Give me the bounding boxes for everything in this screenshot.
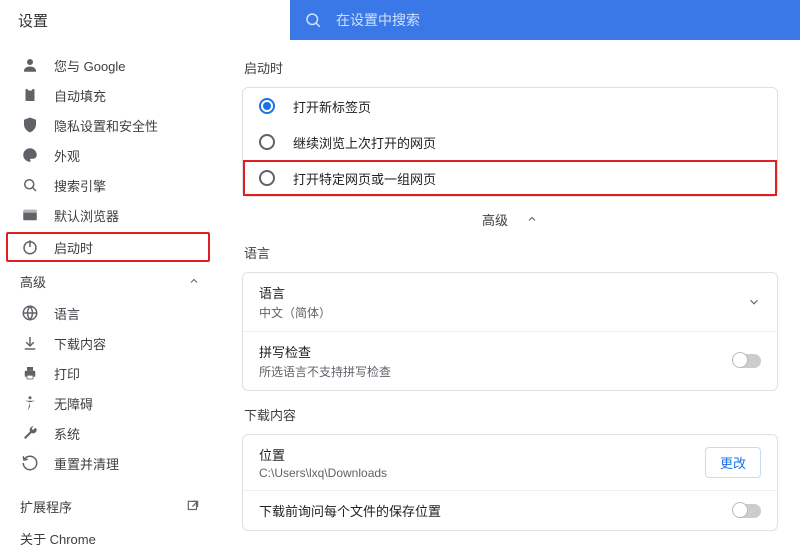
external-link-icon [186,499,200,513]
sidebar-item-reset[interactable]: 重置并清理 [0,448,220,478]
palette-icon [20,145,40,165]
power-icon [20,237,40,257]
download-ask-title: 下载前询问每个文件的保存位置 [259,501,441,520]
startup-option-continue[interactable]: 继续浏览上次打开的网页 [243,124,777,160]
sidebar: 您与 Google 自动填充 隐私设置和安全性 外观 搜索引擎 默认浏览器 启动… [0,40,220,534]
sidebar-item-on-startup[interactable]: 启动时 [6,232,210,262]
section-title-downloads: 下载内容 [244,405,778,424]
sidebar-item-label: 无障碍 [54,394,93,413]
wrench-icon [20,423,40,443]
language-row-value: 中文（简体） [259,304,331,321]
sidebar-item-label: 下载内容 [54,334,106,353]
chevron-down-icon [747,295,761,309]
page-title: 设置 [0,0,290,40]
search-icon [304,11,322,29]
sidebar-item-label: 自动填充 [54,86,106,105]
spellcheck-toggle[interactable] [733,354,761,368]
radio-label: 打开特定网页或一组网页 [293,169,436,188]
clipboard-icon [20,85,40,105]
language-row[interactable]: 语言 中文（简体） [243,273,777,331]
radio-label: 打开新标签页 [293,97,371,116]
sidebar-item-downloads[interactable]: 下载内容 [0,328,220,358]
spellcheck-sub: 所选语言不支持拼写检查 [259,363,391,380]
main-content: 启动时 打开新标签页 继续浏览上次打开的网页 打开特定网页或一组网页 高级 语言 [220,40,800,534]
search-bar[interactable]: 在设置中搜索 [290,0,800,40]
startup-option-new-tab[interactable]: 打开新标签页 [243,88,777,124]
sidebar-item-system[interactable]: 系统 [0,418,220,448]
sidebar-item-search-engine[interactable]: 搜索引擎 [0,170,220,200]
shield-icon [20,115,40,135]
radio-unchecked-icon [259,170,275,186]
section-title-startup: 启动时 [244,58,778,77]
download-ask-row: 下载前询问每个文件的保存位置 [243,490,777,530]
sidebar-extensions[interactable]: 扩展程序 [0,490,220,522]
topbar: 设置 在设置中搜索 [0,0,800,40]
section-title-language: 语言 [244,243,778,262]
person-icon [20,55,40,75]
sidebar-item-label: 系统 [54,424,80,443]
print-icon [20,363,40,383]
sidebar-item-label: 重置并清理 [54,454,119,473]
globe-icon [20,303,40,323]
chevron-up-icon [188,275,200,287]
radio-checked-icon [259,98,275,114]
startup-option-specific-pages[interactable]: 打开特定网页或一组网页 [243,160,777,196]
sidebar-about-chrome[interactable]: 关于 Chrome [0,522,220,554]
download-location-title: 位置 [259,445,387,464]
downloads-card: 位置 C:\Users\lxq\Downloads 更改 下载前询问每个文件的保… [242,434,778,531]
sidebar-item-label: 外观 [54,146,80,165]
sidebar-item-default-browser[interactable]: 默认浏览器 [0,200,220,230]
sidebar-extensions-label: 扩展程序 [20,497,72,516]
sidebar-item-language[interactable]: 语言 [0,298,220,328]
sidebar-item-accessibility[interactable]: 无障碍 [0,388,220,418]
sidebar-item-privacy[interactable]: 隐私设置和安全性 [0,110,220,140]
language-card: 语言 中文（简体） 拼写检查 所选语言不支持拼写检查 [242,272,778,391]
spellcheck-title: 拼写检查 [259,342,391,361]
sidebar-item-autofill[interactable]: 自动填充 [0,80,220,110]
download-ask-toggle[interactable] [733,504,761,518]
sidebar-item-label: 搜索引擎 [54,176,106,195]
radio-unchecked-icon [259,134,275,150]
spellcheck-row: 拼写检查 所选语言不支持拼写检查 [243,331,777,390]
language-row-title: 语言 [259,283,331,302]
sidebar-item-label: 隐私设置和安全性 [54,116,158,135]
restore-icon [20,453,40,473]
chevron-up-icon [526,213,538,225]
sidebar-about-label: 关于 Chrome [20,529,96,548]
download-icon [20,333,40,353]
sidebar-item-appearance[interactable]: 外观 [0,140,220,170]
radio-label: 继续浏览上次打开的网页 [293,133,436,152]
sidebar-advanced-label: 高级 [20,272,46,291]
download-location-row: 位置 C:\Users\lxq\Downloads 更改 [243,435,777,490]
download-location-value: C:\Users\lxq\Downloads [259,466,387,480]
sidebar-item-label: 您与 Google [54,56,126,75]
browser-icon [20,205,40,225]
advanced-center-label: 高级 [482,210,508,229]
sidebar-item-label: 启动时 [54,238,93,257]
search-icon [20,175,40,195]
sidebar-item-you-and-google[interactable]: 您与 Google [0,50,220,80]
startup-card: 打开新标签页 继续浏览上次打开的网页 打开特定网页或一组网页 [242,87,778,197]
sidebar-item-label: 默认浏览器 [54,206,119,225]
search-placeholder: 在设置中搜索 [336,10,420,30]
advanced-toggle-center[interactable]: 高级 [242,197,778,241]
sidebar-item-label: 打印 [54,364,80,383]
sidebar-item-print[interactable]: 打印 [0,358,220,388]
sidebar-advanced-toggle[interactable]: 高级 [0,264,220,298]
sidebar-item-label: 语言 [54,304,80,323]
accessibility-icon [20,393,40,413]
change-location-button[interactable]: 更改 [705,447,761,478]
